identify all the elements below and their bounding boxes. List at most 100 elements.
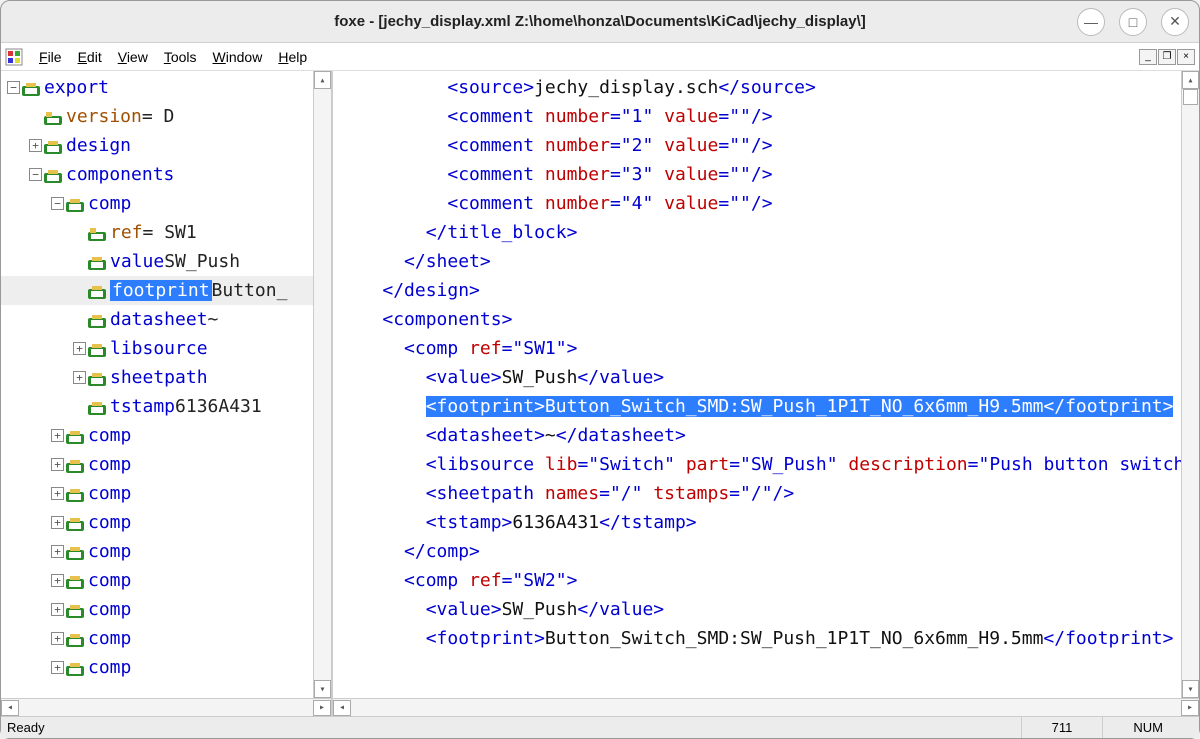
menu-tools[interactable]: Tools — [156, 47, 205, 67]
tree-row[interactable]: −components — [1, 160, 331, 189]
element-icon — [44, 139, 62, 153]
scroll-right-icon[interactable]: ▸ — [1181, 700, 1199, 716]
xml-line[interactable]: <components> — [333, 305, 1199, 334]
tree-node-label: footprint — [110, 280, 212, 301]
xml-line[interactable]: </title_block> — [333, 218, 1199, 247]
tree-row[interactable]: +comp — [1, 508, 331, 537]
tree-row[interactable]: +comp — [1, 566, 331, 595]
tree-horizontal-scrollbar[interactable]: ◂ ▸ — [1, 698, 331, 716]
tree-node-label: comp — [88, 599, 131, 620]
close-button[interactable]: ✕ — [1161, 8, 1189, 36]
expand-icon[interactable]: + — [73, 342, 86, 355]
scroll-thumb[interactable] — [1183, 89, 1198, 105]
tree-row[interactable]: tstamp 6136A431 — [1, 392, 331, 421]
collapse-icon[interactable]: − — [29, 168, 42, 181]
xml-line[interactable]: <footprint>Button_Switch_SMD:SW_Push_1P1… — [333, 624, 1199, 653]
tree-row[interactable]: value SW_Push — [1, 247, 331, 276]
element-icon — [88, 400, 106, 414]
element-icon — [88, 371, 106, 385]
tree-node-label: sheetpath — [110, 367, 208, 388]
xml-line[interactable]: <libsource lib="Switch" part="SW_Push" d… — [333, 450, 1199, 479]
collapse-icon[interactable]: − — [51, 197, 64, 210]
tree-row[interactable]: +comp — [1, 624, 331, 653]
xml-line[interactable]: </sheet> — [333, 247, 1199, 276]
expand-icon[interactable]: + — [51, 603, 64, 616]
mdi-minimize-button[interactable]: _ — [1139, 49, 1157, 65]
expand-icon[interactable]: + — [51, 545, 64, 558]
tree-row[interactable]: +design — [1, 131, 331, 160]
expand-icon[interactable]: + — [51, 632, 64, 645]
element-icon — [66, 516, 84, 530]
expander-placeholder — [73, 400, 86, 413]
tree-row[interactable]: +comp — [1, 450, 331, 479]
menu-file[interactable]: File — [31, 47, 70, 67]
expand-icon[interactable]: + — [51, 458, 64, 471]
element-icon — [88, 313, 106, 327]
tree-row[interactable]: version = D — [1, 102, 331, 131]
menu-view[interactable]: View — [110, 47, 156, 67]
xml-vertical-scrollbar[interactable]: ▴ ▾ — [1181, 71, 1199, 698]
xml-line[interactable]: <comment number="2" value=""/> — [333, 131, 1199, 160]
xml-line[interactable]: <comp ref="SW2"> — [333, 566, 1199, 595]
tree-vertical-scrollbar[interactable]: ▴ ▾ — [313, 71, 331, 698]
xml-body[interactable]: <source>jechy_display.sch</source> <comm… — [333, 71, 1199, 698]
tree-row[interactable]: +libsource — [1, 334, 331, 363]
tree-row[interactable]: + comp — [1, 653, 331, 682]
menu-help[interactable]: Help — [270, 47, 315, 67]
scroll-left-icon[interactable]: ◂ — [333, 700, 351, 716]
expand-icon[interactable]: + — [51, 487, 64, 500]
xml-line[interactable]: </design> — [333, 276, 1199, 305]
minimize-button[interactable]: — — [1077, 8, 1105, 36]
xml-line[interactable]: <value>SW_Push</value> — [333, 595, 1199, 624]
xml-line[interactable]: <comment number="4" value=""/> — [333, 189, 1199, 218]
scroll-up-icon[interactable]: ▴ — [1182, 71, 1199, 89]
xml-line[interactable]: <value>SW_Push</value> — [333, 363, 1199, 392]
xml-line[interactable]: <datasheet>~</datasheet> — [333, 421, 1199, 450]
tree-node-value: = SW1 — [143, 222, 197, 243]
tree-row[interactable]: +comp — [1, 537, 331, 566]
tree-row[interactable]: −export — [1, 73, 331, 102]
scroll-down-icon[interactable]: ▾ — [314, 680, 331, 698]
collapse-icon[interactable]: − — [7, 81, 20, 94]
tree-node-label: comp — [88, 657, 131, 678]
scroll-up-icon[interactable]: ▴ — [314, 71, 331, 89]
content-area: −exportversion = D+design−components−com… — [1, 71, 1199, 716]
scroll-right-icon[interactable]: ▸ — [313, 700, 331, 716]
expand-icon[interactable]: + — [51, 429, 64, 442]
mdi-restore-button[interactable]: ❐ — [1158, 49, 1176, 65]
xml-line[interactable]: <source>jechy_display.sch</source> — [333, 73, 1199, 102]
xml-line[interactable]: </comp> — [333, 537, 1199, 566]
tree-row[interactable]: −comp — [1, 189, 331, 218]
maximize-button[interactable]: □ — [1119, 8, 1147, 36]
scroll-track[interactable] — [314, 89, 331, 680]
tree-row[interactable]: footprint Button_ — [1, 276, 331, 305]
xml-line[interactable]: <comment number="3" value=""/> — [333, 160, 1199, 189]
element-icon — [88, 284, 106, 298]
tree-row[interactable]: + comp — [1, 595, 331, 624]
expand-icon[interactable]: + — [51, 516, 64, 529]
xml-horizontal-scrollbar[interactable]: ◂ ▸ — [333, 698, 1199, 716]
tree-row[interactable]: +comp — [1, 479, 331, 508]
tree-row[interactable]: ref = SW1 — [1, 218, 331, 247]
scroll-track[interactable] — [1182, 89, 1199, 680]
xml-line[interactable]: <comp ref="SW1"> — [333, 334, 1199, 363]
expand-icon[interactable]: + — [29, 139, 42, 152]
menu-window[interactable]: Window — [205, 47, 271, 67]
scroll-down-icon[interactable]: ▾ — [1182, 680, 1199, 698]
window-title: foxe - [jechy_display.xml Z:\home\honza\… — [334, 13, 866, 30]
mdi-close-button[interactable]: × — [1177, 49, 1195, 65]
tree-body[interactable]: −exportversion = D+design−components−com… — [1, 71, 331, 698]
expand-icon[interactable]: + — [51, 574, 64, 587]
xml-line[interactable]: <tstamp>6136A431</tstamp> — [333, 508, 1199, 537]
xml-line[interactable]: <footprint>Button_Switch_SMD:SW_Push_1P1… — [333, 392, 1199, 421]
xml-line[interactable]: <sheetpath names="/" tstamps="/"/> — [333, 479, 1199, 508]
tree-row[interactable]: +comp — [1, 421, 331, 450]
tree-node-label: tstamp — [110, 396, 175, 417]
scroll-left-icon[interactable]: ◂ — [1, 700, 19, 716]
expand-icon[interactable]: + — [73, 371, 86, 384]
tree-row[interactable]: datasheet ~ — [1, 305, 331, 334]
expand-icon[interactable]: + — [51, 661, 64, 674]
menu-edit[interactable]: Edit — [70, 47, 110, 67]
tree-row[interactable]: + sheetpath — [1, 363, 331, 392]
xml-line[interactable]: <comment number="1" value=""/> — [333, 102, 1199, 131]
